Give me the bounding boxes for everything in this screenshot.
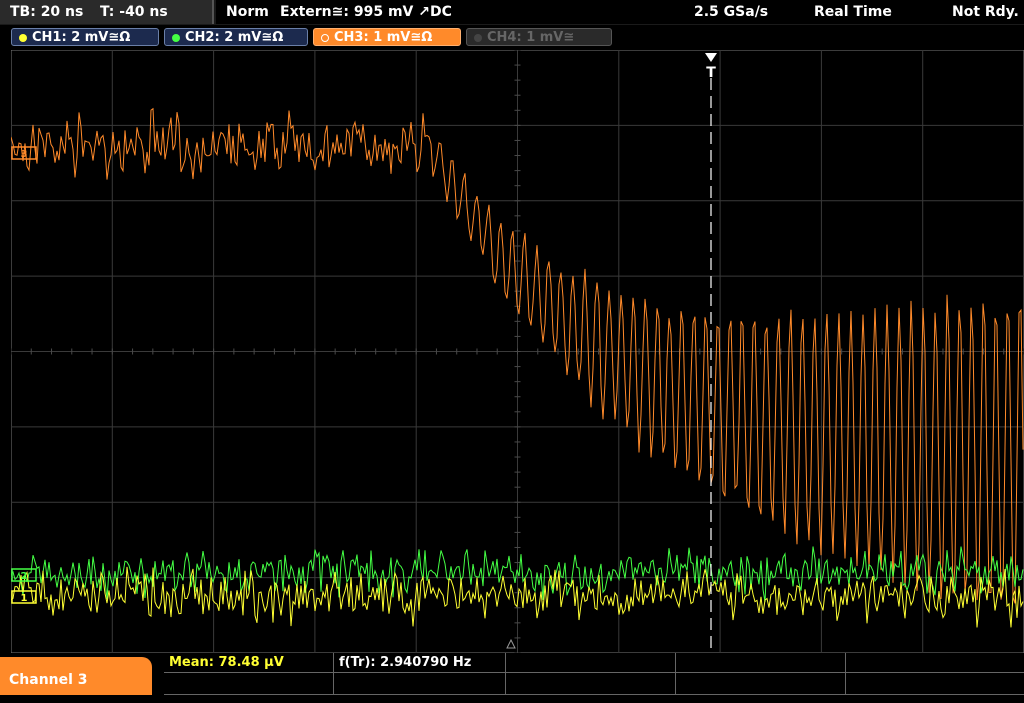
trigger-status-box[interactable]: Norm Extern≅: 995 mV ↗DC 2.5 GSa/s Real … xyxy=(216,0,1024,24)
empty-measurement-slot xyxy=(506,653,676,673)
acquisition-mode: Real Time xyxy=(814,4,892,20)
channel-3-button[interactable]: CH3: 1 mV≅Ω xyxy=(313,28,461,46)
channel-3-label: CH3: 1 mV≅Ω xyxy=(334,30,433,45)
empty-measurement-slot xyxy=(846,673,1024,695)
svg-text:3: 3 xyxy=(21,149,28,160)
empty-measurement-slot xyxy=(506,673,676,695)
channel-3-tab[interactable]: Channel 3 xyxy=(0,657,152,695)
timebase-box[interactable]: TB: 20 ns T: -40 ns xyxy=(0,0,214,24)
empty-measurement-slot xyxy=(676,673,846,695)
trigger-source: Extern≅: 995 mV ↗DC xyxy=(280,4,452,20)
empty-measurement-slot xyxy=(676,653,846,673)
empty-measurement-slot xyxy=(334,673,506,695)
measurement-grid[interactable]: Mean: 78.48 µV f(Tr): 2.940790 Hz xyxy=(164,653,1024,695)
trigger-time-readout: T: -40 ns xyxy=(100,4,168,20)
channel-1-button[interactable]: CH1: 2 mV≅Ω xyxy=(11,28,159,46)
channel-4-button[interactable]: CH4: 1 mV≅ xyxy=(466,28,612,46)
svg-text:2: 2 xyxy=(21,571,28,582)
channel-2-label: CH2: 2 mV≅Ω xyxy=(185,30,284,45)
channel-4-indicator-icon xyxy=(474,34,482,42)
timebase-readout: TB: 20 ns xyxy=(10,4,84,20)
channel-1-indicator-icon xyxy=(19,34,27,42)
measurement-bar: Channel 3 Mean: 78.48 µV f(Tr): 2.940790… xyxy=(0,653,1024,695)
channel-4-label: CH4: 1 mV≅ xyxy=(487,30,575,45)
svg-text:1: 1 xyxy=(21,593,28,604)
channel-2-indicator-icon xyxy=(172,34,180,42)
channel-bar: CH1: 2 mV≅Ω CH2: 2 mV≅Ω CH3: 1 mV≅Ω CH4:… xyxy=(0,25,1024,50)
mean-measurement: Mean: 78.48 µV xyxy=(164,653,334,673)
empty-measurement-slot xyxy=(164,673,334,695)
empty-measurement-slot xyxy=(846,653,1024,673)
channel-1-label: CH1: 2 mV≅Ω xyxy=(32,30,131,45)
channel-2-button[interactable]: CH2: 2 mV≅Ω xyxy=(164,28,308,46)
trigger-mode: Norm xyxy=(226,4,269,20)
trigger-marker-label: T xyxy=(706,65,716,81)
ready-state: Not Rdy. xyxy=(952,4,1019,20)
channel-3-indicator-icon xyxy=(321,34,329,42)
waveform-display[interactable]: T 3 2 1 xyxy=(11,50,1024,653)
frequency-measurement: f(Tr): 2.940790 Hz xyxy=(334,653,506,673)
sample-rate: 2.5 GSa/s xyxy=(694,4,769,20)
status-bar: TB: 20 ns T: -40 ns Norm Extern≅: 995 mV… xyxy=(0,0,1024,25)
